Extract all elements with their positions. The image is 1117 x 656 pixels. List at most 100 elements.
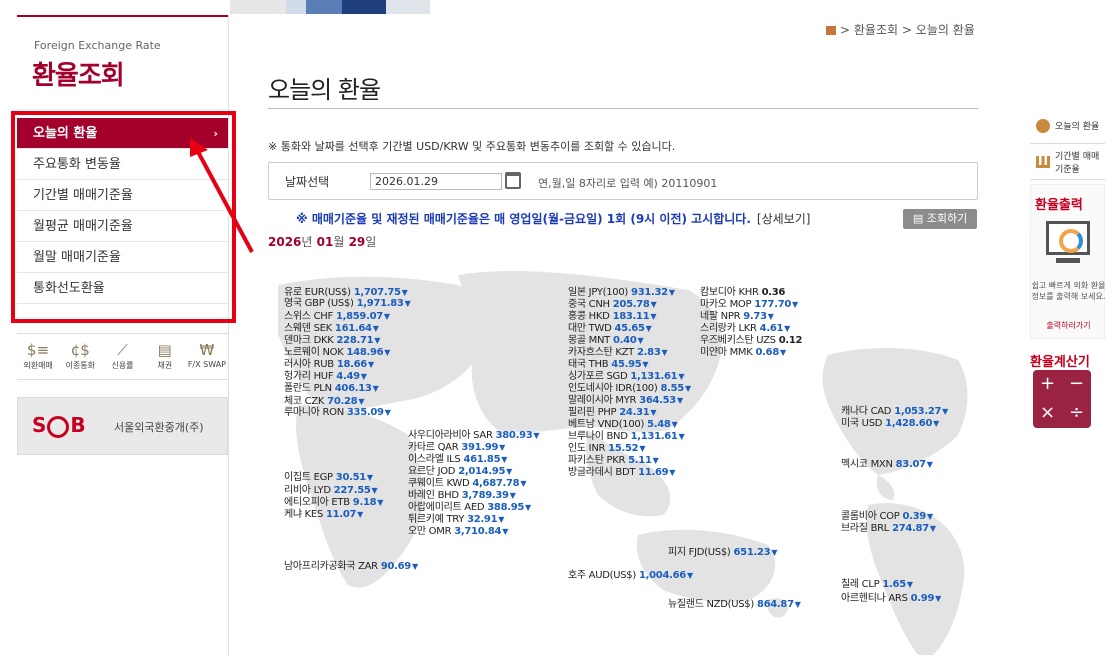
down-arrow-icon: ▼ [650, 408, 657, 417]
rate-item: 에티오피아 ETB 9.18▼ [284, 497, 383, 509]
currency-name: 콜롬비아 COP [841, 511, 900, 522]
sidebar-item-period-rate[interactable]: 기간별 매매기준율 [17, 180, 228, 211]
top-banner [230, 0, 430, 14]
sidebar-subtitle: Foreign Exchange Rate [34, 39, 161, 52]
currency-name: 마카오 MOP [700, 299, 752, 310]
rate-calculator[interactable]: 환율계산기 + − × ÷ [1030, 351, 1105, 431]
quick-fx-swap[interactable]: ₩ F/X SWAP [186, 334, 228, 379]
rate-value: 2.83 [637, 347, 661, 358]
rate-value: 177.70 [754, 299, 792, 310]
smb-banner[interactable]: SB 서울외국환중개(주) [17, 397, 228, 455]
down-arrow-icon: ▼ [678, 372, 685, 381]
rate-item: 영국 GBP (US$) 1,971.83▼ [284, 298, 411, 310]
rate-print-panel[interactable]: 환율출력 쉽고 빠르게 외화 환율정보를 출력해 보세요. 출력하러가기 [1030, 184, 1105, 339]
currency-name: 바레인 BHD [408, 490, 459, 501]
home-icon[interactable] [826, 26, 836, 35]
currency-name: 체코 CZK [284, 396, 325, 407]
page-title: 오늘의 환율 [268, 76, 381, 104]
chevron-right-icon: › [213, 127, 218, 140]
currency-name: 캐나다 CAD [841, 406, 892, 417]
quick-cross-currency[interactable]: ¢$ 이종통화 [59, 334, 101, 379]
won-coin-icon: ₩ [199, 341, 215, 359]
currency-name: 리비아 LYD [284, 485, 331, 496]
sidebar-item-label: 월평균 매매기준율 [33, 219, 133, 234]
currency-name: 헝가리 HUF [284, 371, 334, 382]
right-today-rate[interactable]: 오늘의 환율 [1030, 108, 1105, 144]
rate-value: 0.99 [910, 593, 935, 604]
currency-name: 러시아 RUB [284, 359, 334, 370]
calendar-icon[interactable] [505, 172, 521, 189]
quick-credit[interactable]: ⟋ 신용률 [101, 334, 143, 379]
currency-name: 카타르 QAR [408, 442, 459, 453]
down-arrow-icon: ▼ [520, 479, 527, 488]
currency-name: 태국 THB [568, 359, 609, 370]
sidebar-item-forward-rate[interactable]: 통화선도환율 [17, 273, 228, 304]
sidebar-item-today-rate[interactable]: 오늘의 환율 › [17, 118, 228, 149]
rate-item: 카자흐스탄 KZT 2.83▼ [568, 347, 668, 359]
rate-item: 필리핀 PHP 24.31▼ [568, 407, 657, 419]
sidebar-item-monthly-avg[interactable]: 월평균 매매기준율 [17, 211, 228, 242]
rate-value: 2,014.95 [458, 466, 506, 477]
breadcrumb-item[interactable]: 환율조회 [854, 23, 898, 37]
quick-fx-trade[interactable]: $≡ 외환매매 [17, 334, 59, 379]
calc-title: 환율계산기 [1030, 355, 1090, 370]
rate-value: 45.95 [611, 359, 642, 370]
currency-name: 브루나이 BND [568, 431, 628, 442]
down-arrow-icon: ▼ [637, 336, 644, 345]
rate-item: 리비아 LYD 227.55▼ [284, 485, 378, 497]
search-button[interactable]: ▤ 조회하기 [903, 209, 977, 229]
currency-name: 베트남 VND(100) [568, 419, 645, 430]
currency-name: 미얀마 MMK [700, 347, 753, 358]
chart-line-icon: ⟋ [117, 341, 128, 359]
rate-item: 남아프리카공화국 ZAR 90.69▼ [284, 561, 418, 573]
rate-item: 싱가포르 SGD 1,131.61▼ [568, 371, 684, 383]
currency-name: 유로 EUR(US$) [284, 287, 351, 298]
rate-value: 83.07 [895, 459, 926, 470]
sidebar-item-major-change[interactable]: 주요통화 변동율 [17, 149, 228, 180]
rate-value: 24.31 [619, 407, 650, 418]
date-input[interactable] [370, 173, 502, 190]
detail-link[interactable]: [상세보기] [757, 212, 811, 226]
down-arrow-icon: ▼ [372, 324, 379, 333]
print-title: 환율출력 [1035, 198, 1083, 213]
rate-value: 1,428.60 [885, 418, 933, 429]
down-arrow-icon: ▼ [671, 420, 678, 429]
rate-value: 1,053.27 [894, 406, 942, 417]
down-arrow-icon: ▼ [384, 348, 391, 357]
rate-item: 캐나다 CAD 1,053.27▼ [841, 406, 948, 418]
rate-value: 9.18 [352, 497, 377, 508]
down-arrow-icon: ▼ [935, 594, 941, 603]
quick-bond[interactable]: ▤ 채권 [144, 334, 186, 379]
rate-item: 호주 AUD(US$) 1,004.66▼ [568, 570, 693, 582]
monitor-icon [1046, 221, 1090, 255]
sidebar-item-month-end[interactable]: 월말 매매기준율 [17, 242, 228, 273]
date-search-box: 날짜선택 연,월,일 8자리로 입력 예) 20110901 [268, 162, 978, 200]
right-period-rate[interactable]: 기간별 매매기준율 [1030, 144, 1105, 180]
down-arrow-icon: ▼ [506, 467, 513, 476]
rate-value: 406.13 [334, 383, 372, 394]
currency-name: 대만 TWD [568, 323, 612, 334]
down-arrow-icon: ▼ [686, 571, 693, 580]
smb-logo: SB [32, 413, 86, 438]
rate-value: 11.07 [326, 509, 357, 520]
down-arrow-icon: ▼ [929, 524, 936, 533]
rate-value: 0.36 [761, 287, 786, 298]
rate-value: 5.11 [628, 455, 652, 466]
rate-item: 스리랑카 LKR 4.61▼ [700, 323, 790, 335]
right-quick-menu: 오늘의 환율 기간별 매매기준율 [1030, 108, 1105, 180]
rate-value: 391.99 [461, 442, 499, 453]
rate-item: 브루나이 BND 1,131.61▼ [568, 431, 685, 443]
currency-name: 방글라데시 BDT [568, 467, 636, 478]
rate-item: 미국 USD 1,428.60▼ [841, 418, 939, 430]
down-arrow-icon: ▼ [684, 384, 691, 393]
rate-value: 1,131.61 [630, 431, 678, 442]
down-arrow-icon: ▼ [652, 456, 659, 465]
sidebar-header: Foreign Exchange Rate 환율조회 [17, 15, 228, 107]
rate-value: 0.68 [755, 347, 780, 358]
rate-value: 931.32 [631, 287, 668, 298]
print-link[interactable]: 출력하러가기 [1031, 320, 1106, 331]
down-arrow-icon: ▼ [926, 460, 933, 469]
currency-name: 중국 CNH [568, 299, 610, 310]
currency-name: 싱가포르 SGD [568, 371, 628, 382]
rate-item: 튀르키예 TRY 32.91▼ [408, 514, 504, 526]
